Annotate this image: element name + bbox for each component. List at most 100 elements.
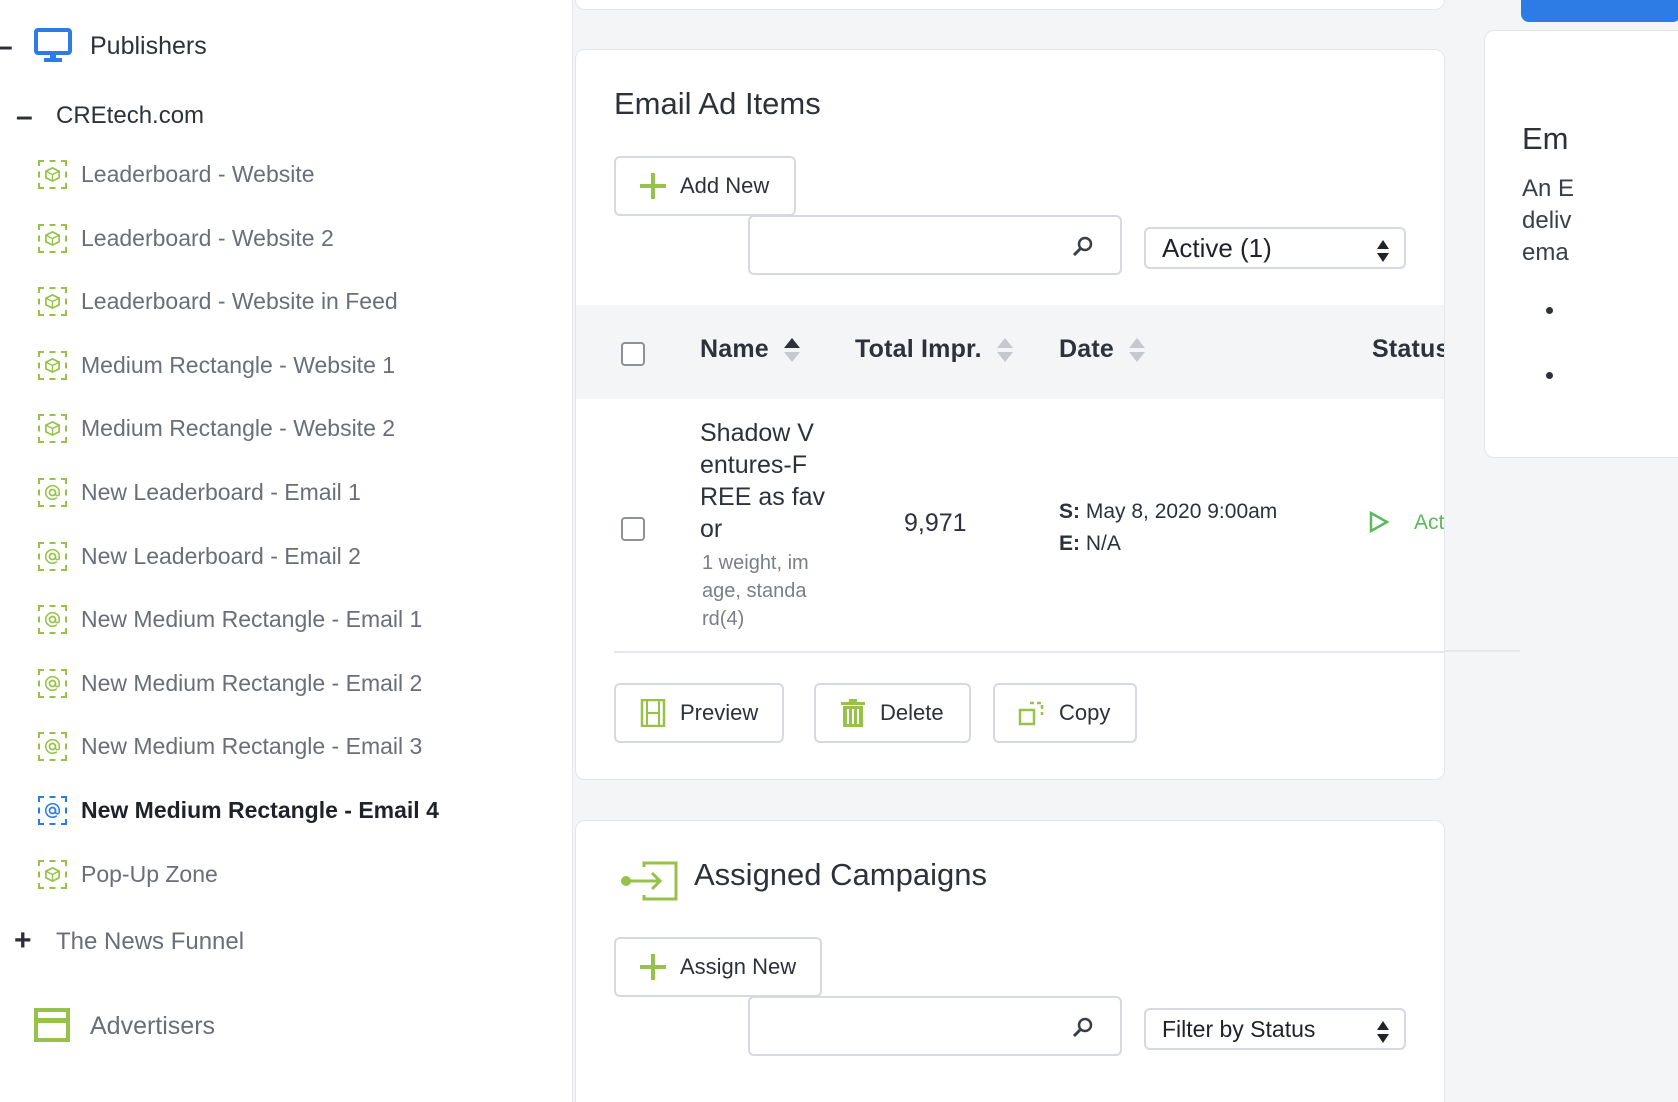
column-header-date[interactable]: Date: [1059, 335, 1146, 364]
publishers-label: Publishers: [90, 32, 207, 60]
sidebar-zone-item[interactable]: Medium Rectangle - Website 2: [38, 414, 396, 444]
play-icon: [1368, 510, 1390, 538]
add-new-label: Add New: [680, 173, 770, 198]
zone-label: New Medium Rectangle - Email 2: [81, 669, 423, 696]
help-panel: Em An E deliv ema: [1484, 30, 1678, 458]
table-row[interactable]: Shadow V entures-F REE as fav or 1 weigh…: [576, 399, 1445, 652]
status-filter-select[interactable]: Active (1): [1144, 227, 1406, 269]
help-text-line: An E: [1522, 175, 1575, 202]
select-all-checkbox[interactable]: [621, 342, 645, 366]
sidebar-zone-item[interactable]: Leaderboard - Website in Feed: [38, 287, 398, 317]
copy-icon: [1017, 698, 1047, 728]
meta-line: rd(4): [702, 608, 745, 630]
copy-label: Copy: [1059, 700, 1111, 725]
date-range: S: May 8, 2020 9:00am E: N/A: [1059, 496, 1277, 560]
primary-action-button[interactable]: [1521, 0, 1678, 22]
cube-icon: [38, 414, 67, 444]
sidebar-zone-item[interactable]: New Leaderboard - Email 2: [38, 541, 361, 571]
row-divider-overflow: [1445, 650, 1520, 652]
cube-icon: [38, 223, 67, 253]
sidebar-zone-item[interactable]: Leaderboard - Website: [38, 160, 315, 189]
previous-card: [575, 0, 1445, 10]
status-filter-value: Active (1): [1162, 232, 1272, 263]
card-title: Email Ad Items: [614, 86, 821, 121]
monitor-icon: [34, 28, 72, 69]
name-line: Shadow V: [700, 419, 814, 447]
assign-new-button[interactable]: Assign New: [614, 937, 822, 997]
column-header-name[interactable]: Name: [700, 335, 801, 364]
bullet: [1546, 307, 1553, 314]
collapse-toggle[interactable]: –: [0, 32, 13, 62]
start-date-value: May 8, 2020 9:00am: [1085, 500, 1278, 523]
zone-label: Pop-Up Zone: [81, 860, 218, 887]
campaign-search-input[interactable]: [748, 996, 1122, 1056]
sidebar-zone-item[interactable]: New Leaderboard - Email 1: [38, 478, 361, 507]
zone-label: Medium Rectangle - Website 1: [81, 351, 396, 378]
end-date-value: N/A: [1085, 532, 1121, 555]
sidebar-zone-item[interactable]: Leaderboard - Website 2: [38, 223, 334, 253]
campaign-status-filter[interactable]: Filter by Status: [1144, 1008, 1406, 1050]
sidebar-zone-item[interactable]: Medium Rectangle - Website 1: [38, 350, 396, 380]
sidebar-zone-item[interactable]: New Medium Rectangle - Email 1: [38, 605, 423, 635]
column-status-label: Status: [1372, 335, 1445, 363]
expand-toggle[interactable]: +: [14, 926, 32, 956]
meta-line: age, standa: [702, 580, 807, 602]
cube-icon: [38, 859, 67, 889]
search-input[interactable]: [748, 215, 1122, 275]
zone-label: New Medium Rectangle - Email 4: [81, 797, 439, 823]
status-badge: Active: [1414, 511, 1445, 534]
end-date-key: E:: [1059, 532, 1080, 555]
add-new-button[interactable]: Add New: [614, 156, 796, 216]
table-header: Name Total Impr. Date Status: [576, 305, 1445, 399]
sort-icon: [1129, 337, 1145, 362]
sort-icon: [783, 337, 800, 362]
ad-item-name[interactable]: Shadow V entures-F REE as fav or: [700, 417, 825, 545]
email-ad-items-card: Email Ad Items Add New Active (1) Name T…: [575, 49, 1445, 780]
sidebar-zone-item[interactable]: New Medium Rectangle - Email 3: [38, 732, 423, 762]
zone-label: New Leaderboard - Email 2: [81, 542, 361, 569]
preview-label: Preview: [680, 700, 759, 725]
select-arrows-icon: [1376, 1020, 1390, 1050]
sort-icon: [996, 337, 1013, 362]
column-header-status[interactable]: Status: [1372, 335, 1445, 364]
bullet: [1546, 372, 1553, 379]
sidebar-zone-item[interactable]: New Medium Rectangle - Email 4: [38, 796, 439, 825]
sidebar-zone-item[interactable]: New Medium Rectangle - Email 2: [38, 668, 423, 698]
cube-icon: [38, 160, 67, 189]
status-filter-value: Filter by Status: [1162, 1015, 1316, 1042]
total-impr-value: 9,971: [904, 509, 967, 537]
zone-label: Leaderboard - Website: [81, 161, 315, 187]
search-icon: [1072, 1016, 1094, 1043]
assign-new-label: Assign New: [680, 954, 797, 979]
row-checkbox[interactable]: [621, 517, 645, 541]
help-text-line: ema: [1522, 239, 1569, 266]
plus-icon: [638, 171, 668, 201]
column-total-impr-label: Total Impr.: [855, 335, 982, 363]
assign-arrow-icon: [620, 861, 680, 906]
zone-label: New Leaderboard - Email 1: [81, 479, 361, 505]
row-divider: [614, 651, 1444, 653]
select-arrows-icon: [1376, 239, 1390, 270]
zone-label: New Medium Rectangle - Email 3: [81, 733, 423, 760]
zone-label: New Medium Rectangle - Email 1: [81, 606, 423, 633]
sidebar-zone-item[interactable]: Pop-Up Zone: [38, 859, 218, 889]
start-date-key: S:: [1059, 500, 1080, 523]
zone-label: Medium Rectangle - Website 2: [81, 415, 396, 442]
collapse-toggle[interactable]: –: [16, 102, 33, 132]
at-sign-icon: [38, 605, 67, 635]
name-line: entures-F: [700, 451, 807, 479]
preview-button[interactable]: Preview: [614, 683, 784, 743]
column-date-label: Date: [1059, 335, 1114, 363]
column-header-total-impr[interactable]: Total Impr.: [855, 335, 1014, 364]
meta-line: 1 weight, im: [702, 552, 809, 574]
copy-button[interactable]: Copy: [993, 683, 1137, 743]
name-line: REE as fav: [700, 483, 826, 511]
ad-item-meta: 1 weight, im age, standa rd(4): [702, 549, 809, 633]
delete-button[interactable]: Delete: [814, 683, 971, 743]
column-name-label: Name: [700, 335, 769, 363]
help-title: Em: [1522, 121, 1569, 156]
help-text: An E deliv ema: [1522, 173, 1574, 269]
search-icon: [1072, 235, 1094, 262]
store-icon: [34, 1008, 70, 1049]
help-text-line: deliv: [1522, 207, 1572, 234]
